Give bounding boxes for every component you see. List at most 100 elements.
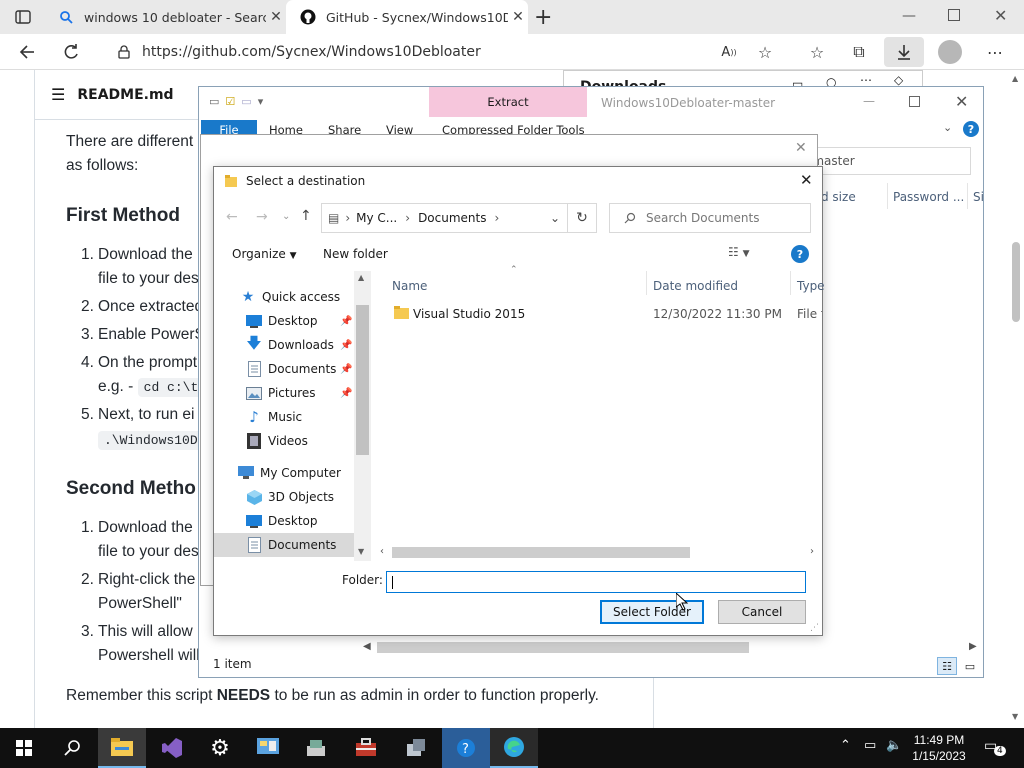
settings-gear-icon[interactable]: ⚙ <box>196 728 244 768</box>
cancel-button[interactable]: Cancel <box>718 600 806 624</box>
tab-actions-icon[interactable] <box>14 9 32 25</box>
favorites-icon[interactable]: ☆ <box>806 42 828 62</box>
breadcrumb-current[interactable]: Documents <box>418 211 486 225</box>
column-header-size[interactable]: d size <box>821 190 856 204</box>
nav-item-downloads[interactable]: 🡇 Downloads 📌 <box>246 333 354 357</box>
column-header-type[interactable]: Type <box>797 279 825 293</box>
control-panel-taskbar-icon[interactable] <box>244 728 292 768</box>
scroll-thumb[interactable] <box>392 547 690 558</box>
up-arrow-icon[interactable]: ↑ <box>300 208 312 224</box>
lock-icon[interactable] <box>118 45 130 59</box>
close-icon[interactable]: ✕ <box>795 140 807 156</box>
refresh-icon[interactable] <box>60 42 82 62</box>
nav-item-desktop[interactable]: Desktop 📌 <box>246 309 354 333</box>
recent-locations-icon[interactable]: ⌄ <box>282 211 290 222</box>
folder-input[interactable] <box>386 571 806 593</box>
downloads-icon[interactable] <box>884 37 924 67</box>
action-center-icon[interactable]: ▭ 4 <box>984 738 1006 756</box>
pin-icon[interactable]: ◇ <box>894 73 903 87</box>
close-window-icon[interactable]: ✕ <box>994 6 1007 25</box>
ribbon-expand-icon[interactable]: ⌄ <box>943 121 952 134</box>
show-hidden-icons[interactable]: ⌃ <box>840 738 851 753</box>
nav-item-3d-objects[interactable]: 3D Objects <box>246 485 334 509</box>
scroll-thumb[interactable] <box>356 305 369 455</box>
visual-studio-taskbar-icon[interactable] <box>148 728 196 768</box>
scroll-thumb[interactable] <box>1012 242 1020 322</box>
close-tab-icon[interactable]: ✕ <box>266 9 286 25</box>
minimize-icon[interactable]: — <box>863 94 875 108</box>
forward-arrow-icon[interactable]: → <box>256 209 268 225</box>
breadcrumb-root[interactable]: My C... <box>356 211 397 225</box>
close-icon[interactable]: ✕ <box>800 171 813 189</box>
add-favorite-icon[interactable]: ☆ <box>754 42 776 62</box>
close-window-icon[interactable]: ✕ <box>955 92 968 111</box>
chevron-down-icon[interactable]: ⌄ <box>550 211 560 225</box>
search-input[interactable]: Search Documents <box>609 203 811 233</box>
breadcrumb[interactable]: ▤ › My C... › Documents › ⌄ <box>321 203 597 233</box>
properties-icon[interactable]: ▭ <box>209 95 219 108</box>
help-icon[interactable]: ? <box>963 121 979 137</box>
nav-item-quick-access[interactable]: ★ Quick access <box>240 285 340 309</box>
checkmark-icon[interactable]: ☑ <box>225 95 235 108</box>
restore-icon[interactable] <box>948 9 960 21</box>
extract-context-tab[interactable]: Extract <box>429 87 587 117</box>
new-folder-icon[interactable]: ▭ <box>241 95 251 108</box>
column-header-date[interactable]: Date modified <box>653 279 738 293</box>
nav-item-videos[interactable]: Videos <box>246 429 308 453</box>
more-icon[interactable]: ⋯ <box>860 73 872 87</box>
scroll-down-arrow[interactable]: ▼ <box>1012 712 1018 721</box>
file-explorer-taskbar-icon[interactable] <box>98 728 146 768</box>
profile-avatar-icon[interactable] <box>938 40 962 64</box>
network-app-taskbar-icon[interactable] <box>292 728 340 768</box>
scroll-left-arrow[interactable]: ‹ <box>380 546 384 557</box>
maximize-icon[interactable] <box>909 96 920 107</box>
nav-pane-scrollbar[interactable]: ▲ ▼ <box>354 271 371 561</box>
toolbox-taskbar-icon[interactable] <box>342 728 390 768</box>
refresh-button[interactable]: ↻ <box>567 203 597 233</box>
network-icon[interactable]: ▭ <box>864 738 876 753</box>
url-field[interactable]: https://github.com/Sycnex/Windows10Deblo… <box>108 37 708 67</box>
nav-item-music[interactable]: ♪ Music <box>246 405 302 429</box>
details-view-icon[interactable]: ☷ <box>937 657 957 675</box>
volume-icon[interactable]: 🔈 <box>886 738 902 753</box>
start-button[interactable] <box>0 728 48 768</box>
column-header-name[interactable]: Name <box>392 279 427 293</box>
outline-list-icon[interactable]: ☰ <box>51 85 65 104</box>
file-pane-hscroll[interactable]: ‹ › <box>374 544 822 561</box>
nav-item-desktop-pc[interactable]: Desktop <box>246 509 318 533</box>
resize-grip-icon[interactable]: ⋰ <box>810 623 819 633</box>
nav-item-documents-pc[interactable]: Documents <box>214 533 354 557</box>
tab-github[interactable]: GitHub - Sycnex/Windows10Debloater ✕ <box>286 0 528 34</box>
tab-bing-search[interactable]: windows 10 debloater - Search ✕ <box>44 0 286 34</box>
search-taskbar-icon[interactable] <box>48 728 96 768</box>
back-arrow-icon[interactable] <box>16 42 38 62</box>
scroll-up-arrow[interactable]: ▲ <box>358 273 364 282</box>
edge-browser-taskbar-icon[interactable] <box>490 728 538 768</box>
scroll-right-arrow[interactable]: › <box>810 546 814 557</box>
column-header-si[interactable]: Si <box>973 190 984 204</box>
help-app-taskbar-icon[interactable]: ? <box>442 728 490 768</box>
help-icon[interactable]: ? <box>791 245 809 263</box>
view-options-icon[interactable]: ☷ ▼ <box>728 245 750 259</box>
new-folder-button[interactable]: New folder <box>323 247 388 261</box>
nav-item-pictures[interactable]: Pictures 📌 <box>246 381 354 405</box>
nav-item-my-computer[interactable]: My Computer <box>238 461 341 485</box>
server-manager-taskbar-icon[interactable] <box>392 728 440 768</box>
page-scrollbar[interactable]: ▲ ▼ <box>1008 70 1024 728</box>
nav-item-documents[interactable]: Documents 📌 <box>246 357 354 381</box>
back-arrow-icon[interactable]: ← <box>226 209 238 225</box>
large-icons-view-icon[interactable]: ▭ <box>961 657 979 675</box>
system-clock[interactable]: 11:49 PM 1/15/2023 <box>906 732 972 764</box>
new-tab-icon[interactable]: + <box>534 5 552 30</box>
select-folder-button[interactable]: Select Folder <box>600 600 704 624</box>
chevron-down-icon[interactable]: ▾ <box>258 95 264 108</box>
explorer-address-tail[interactable]: -master <box>807 147 971 175</box>
more-options-icon[interactable]: ⋯ <box>984 42 1006 62</box>
organize-menu[interactable]: Organize ▼ <box>232 247 297 261</box>
column-header-password[interactable]: Password ... <box>893 190 964 204</box>
minimize-icon[interactable]: — <box>902 8 916 24</box>
close-tab-icon[interactable]: ✕ <box>508 9 528 25</box>
read-aloud-icon[interactable]: A)) <box>718 42 740 62</box>
scroll-up-arrow[interactable]: ▲ <box>1012 74 1018 83</box>
file-row[interactable]: Visual Studio 2015 12/30/2022 11:30 PM F… <box>386 303 822 325</box>
